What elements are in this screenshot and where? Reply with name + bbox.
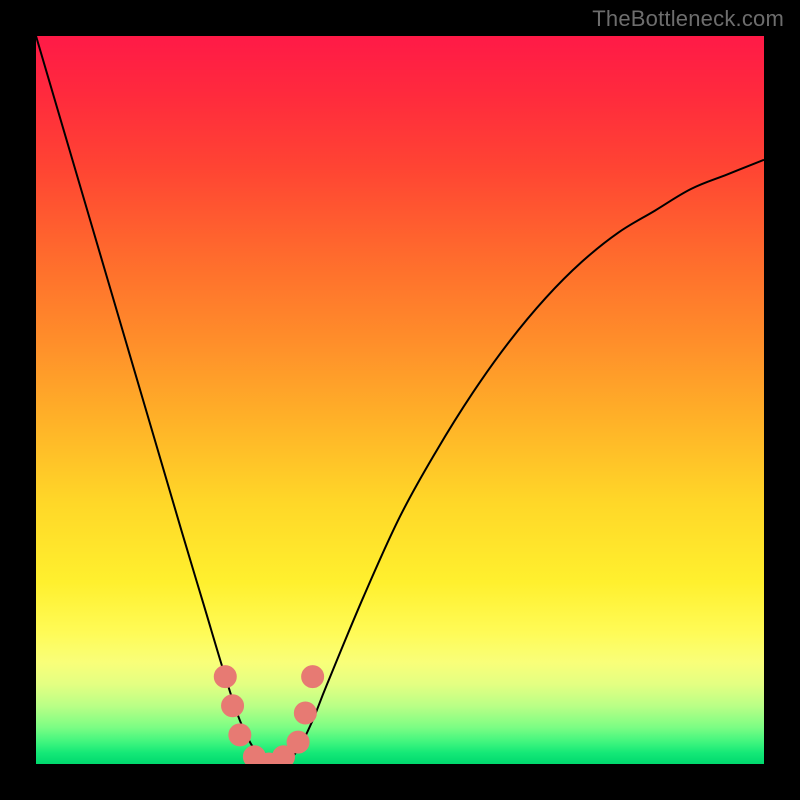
chart-marker-cluster (214, 666, 323, 764)
chart-svg (36, 36, 764, 764)
chart-marker (222, 695, 244, 717)
chart-marker (302, 666, 324, 688)
chart-marker (273, 746, 295, 764)
chart-curve (36, 36, 764, 764)
chart-marker (214, 666, 236, 688)
chart-marker (258, 753, 280, 764)
chart-plot-area (36, 36, 764, 764)
chart-marker (287, 731, 309, 753)
chart-marker (229, 724, 251, 746)
watermark-text: TheBottleneck.com (592, 6, 784, 32)
chart-frame: TheBottleneck.com (0, 0, 800, 800)
chart-marker (294, 702, 316, 724)
chart-marker (243, 746, 265, 764)
